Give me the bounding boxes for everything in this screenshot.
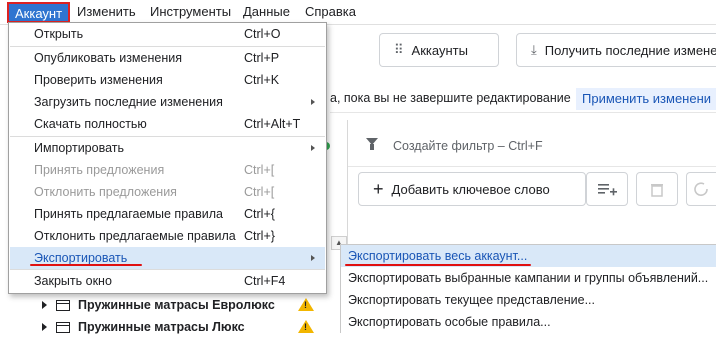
tree-row[interactable]: Пружинные матрасы Люкс	[36, 317, 245, 337]
warning-icon: !	[298, 298, 314, 311]
submenu-item-export-rules[interactable]: Экспортировать особые правила...	[341, 311, 716, 333]
get-latest-changes-label: Получить последние измене	[544, 42, 716, 58]
menu-item-reject-suggestions: Отклонить предложения Ctrl+[	[10, 181, 325, 203]
account-dropdown-menu: Открыть Ctrl+O Опубликовать изменения Ct…	[8, 22, 327, 294]
trash-icon	[651, 184, 663, 197]
menu-item-load-latest[interactable]: Загрузить последние изменения	[10, 91, 325, 113]
annotation-underline	[30, 264, 142, 266]
download-icon: ⤓	[531, 42, 537, 57]
menu-item-label: Отклонить предлагаемые правила	[34, 229, 236, 243]
add-keyword-button[interactable]: + Добавить ключевое слово	[358, 172, 586, 206]
menu-item-label: Загрузить последние изменения	[34, 95, 223, 109]
ad-group-icon	[56, 299, 70, 311]
add-list-icon	[598, 184, 617, 196]
get-latest-changes-button[interactable]: ⤓ Получить последние измене	[516, 33, 716, 67]
menu-item-shortcut: Ctrl+[	[244, 185, 275, 199]
tree-row[interactable]: Пружинные матрасы Евролюкс	[36, 295, 275, 315]
delete-button[interactable]	[636, 172, 678, 206]
menu-item-open[interactable]: Открыть Ctrl+O	[10, 23, 325, 45]
submenu-item-label: Экспортировать особые правила...	[348, 315, 551, 329]
menu-item-label: Опубликовать изменения	[34, 51, 182, 65]
submenu-item-label: Экспортировать выбранные кампании и груп…	[348, 271, 709, 285]
warning-icon: !	[298, 320, 314, 333]
menu-item-label: Импортировать	[34, 141, 125, 155]
menu-item-label: Закрыть окно	[34, 274, 112, 288]
menu-item-check-changes[interactable]: Проверить изменения Ctrl+K	[10, 69, 325, 91]
filter-input[interactable]: Создайте фильтр – Ctrl+F	[393, 139, 543, 153]
filter-icon-stem	[370, 144, 374, 150]
menu-edit[interactable]: Изменить	[77, 0, 136, 24]
menu-item-label: Принять предлагаемые правила	[34, 207, 223, 221]
menu-item-label: Отклонить предложения	[34, 185, 177, 199]
menu-account[interactable]: Аккаунт	[7, 2, 71, 23]
grid-icon: ⠿	[394, 42, 404, 57]
submenu-item-export-current-view[interactable]: Экспортировать текущее представление...	[341, 289, 716, 311]
submenu-arrow-icon	[311, 99, 315, 105]
ad-group-icon	[56, 321, 70, 333]
annotation-underline	[345, 264, 531, 266]
export-submenu: Экспортировать весь аккаунт... Экспортир…	[340, 244, 716, 333]
expand-arrow-icon[interactable]	[42, 323, 47, 331]
submenu-arrow-icon	[311, 145, 315, 151]
menu-item-shortcut: Ctrl+K	[244, 73, 280, 87]
menu-item-shortcut: Ctrl+Alt+T	[244, 117, 301, 131]
menu-item-shortcut: Ctrl+F4	[244, 274, 286, 288]
menu-item-label: Принять предложения	[34, 163, 165, 177]
menu-item-label: Открыть	[34, 27, 84, 41]
menu-item-import[interactable]: Импортировать	[10, 137, 325, 159]
refresh-button[interactable]	[686, 172, 716, 206]
menu-item-publish[interactable]: Опубликовать изменения Ctrl+P	[10, 47, 325, 69]
submenu-arrow-icon	[311, 255, 315, 261]
menu-item-reject-rules[interactable]: Отклонить предлагаемые правила Ctrl+}	[10, 225, 325, 247]
menu-item-shortcut: Ctrl+O	[244, 27, 281, 41]
submenu-item-export-selected[interactable]: Экспортировать выбранные кампании и груп…	[341, 267, 716, 289]
menu-help[interactable]: Справка	[305, 0, 356, 24]
menu-item-shortcut: Ctrl+{	[244, 207, 275, 221]
menu-data[interactable]: Данные	[243, 0, 290, 24]
submenu-item-label: Экспортировать текущее представление...	[348, 293, 595, 307]
refresh-icon	[694, 182, 708, 196]
menu-item-shortcut: Ctrl+}	[244, 229, 275, 243]
menu-item-accept-rules[interactable]: Принять предлагаемые правила Ctrl+{	[10, 203, 325, 225]
expand-arrow-icon[interactable]	[42, 301, 47, 309]
menu-item-label: Проверить изменения	[34, 73, 163, 87]
add-multiple-button[interactable]	[586, 172, 628, 206]
menu-item-accept-suggestions: Принять предложения Ctrl+[	[10, 159, 325, 181]
menu-item-shortcut: Ctrl+[	[244, 163, 275, 177]
accounts-button[interactable]: ⠿ Аккаунты	[379, 33, 499, 67]
tree-row-label: Пружинные матрасы Евролюкс	[78, 298, 275, 312]
menu-item-close-window[interactable]: Закрыть окно Ctrl+F4	[10, 270, 325, 292]
menu-tools[interactable]: Инструменты	[150, 0, 231, 24]
menu-item-download-full[interactable]: Скачать полностью Ctrl+Alt+T	[10, 113, 325, 135]
menu-item-shortcut: Ctrl+P	[244, 51, 280, 65]
edit-notice-text: а, пока вы не завершите редактирование	[330, 91, 571, 105]
plus-icon: +	[373, 178, 384, 199]
menu-item-label: Скачать полностью	[34, 117, 147, 131]
accounts-button-label: Аккаунты	[411, 42, 468, 58]
apply-changes-button[interactable]: Применить изменени	[576, 88, 716, 110]
add-keyword-label: Добавить ключевое слово	[391, 181, 550, 197]
